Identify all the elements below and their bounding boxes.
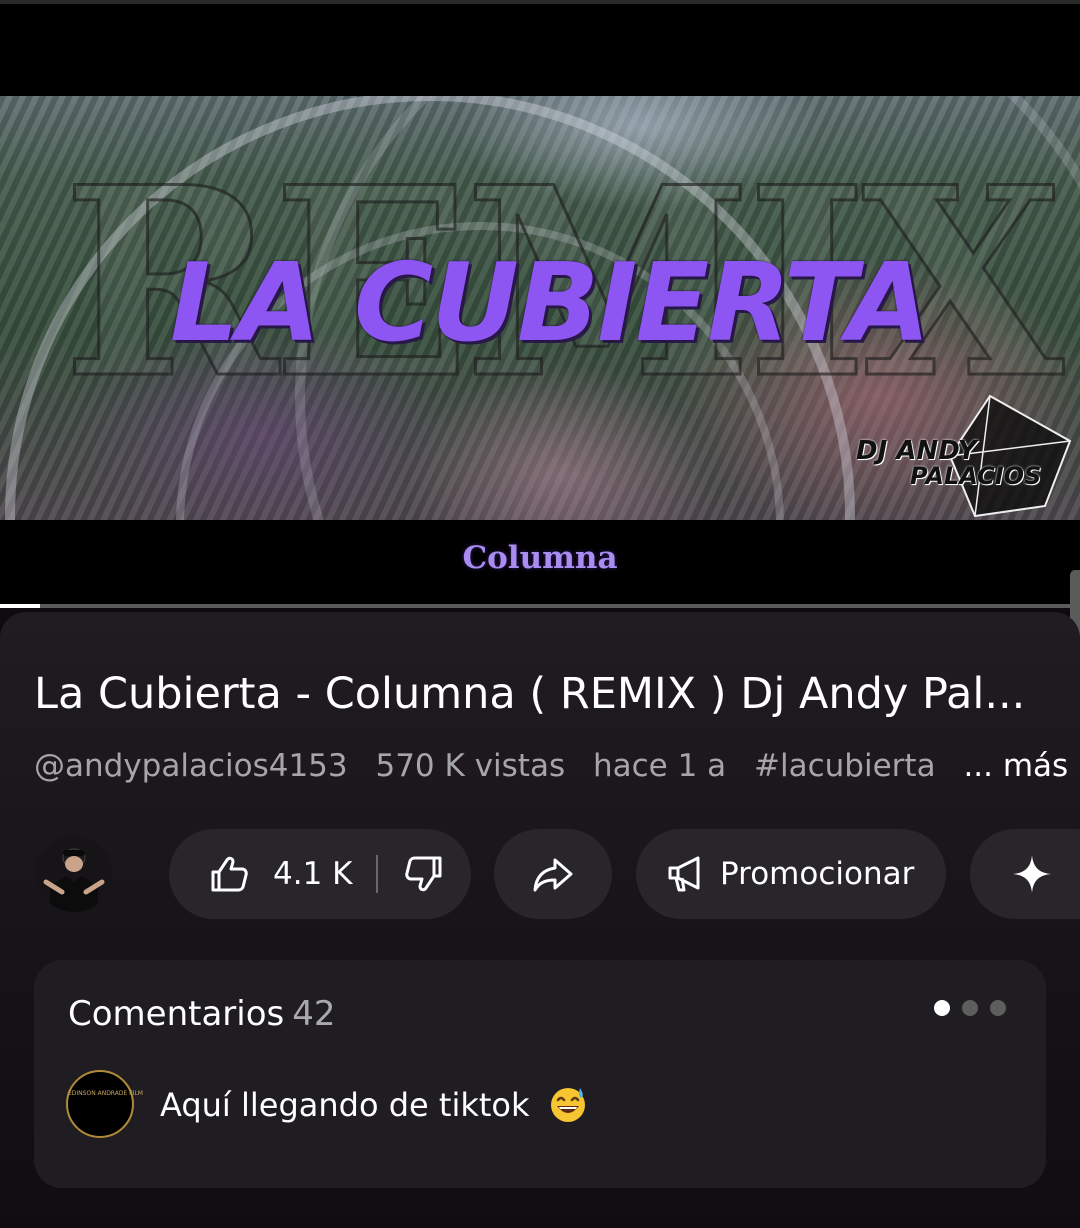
- commenter-avatar[interactable]: EDINSON ANDRADE FILM: [66, 1070, 143, 1138]
- dj-logo-line2: PALACIOS: [910, 462, 1042, 490]
- view-count: 570 K vistas: [375, 748, 566, 784]
- more-link[interactable]: ... más: [963, 748, 1068, 784]
- comments-heading: Comentarios 42: [68, 990, 336, 1038]
- top-edge: [0, 0, 1080, 4]
- video-subtitle: Columna: [462, 540, 618, 576]
- status-bar-area: [0, 0, 1080, 96]
- pager-dot[interactable]: [962, 1000, 978, 1016]
- promote-button[interactable]: Promocionar: [636, 829, 946, 919]
- video-progress-bar[interactable]: [0, 604, 1080, 608]
- grinning-sweat-emoji-icon: [548, 1084, 588, 1124]
- share-button[interactable]: [494, 829, 612, 919]
- video-title[interactable]: La Cubierta - Columna ( REMIX ) Dj Andy …: [34, 666, 1054, 722]
- channel-avatar[interactable]: [36, 836, 112, 912]
- thumbs-up-icon[interactable]: [207, 852, 251, 896]
- hashtag-link[interactable]: #lacubierta: [754, 748, 936, 784]
- comments-card[interactable]: Comentarios 42 EDINSON ANDRADE FILM Aquí …: [34, 960, 1046, 1188]
- video-progress-fill: [0, 604, 40, 608]
- comment-text: Aquí llegando de tiktok: [160, 1086, 530, 1124]
- comments-pager[interactable]: [934, 1000, 1014, 1020]
- ai-assist-button[interactable]: [970, 829, 1080, 919]
- person-icon: [36, 836, 112, 912]
- sparkle-icon: [1010, 852, 1054, 896]
- thumbs-down-icon[interactable]: [402, 852, 446, 896]
- upload-age: hace 1 a: [592, 748, 727, 784]
- pager-dot[interactable]: [990, 1000, 1006, 1016]
- share-icon: [531, 852, 575, 896]
- megaphone-icon: [664, 852, 708, 896]
- video-player[interactable]: REMIX LA CUBIERTA DJ ANDY PALACIOS Colum…: [0, 96, 1080, 608]
- channel-handle[interactable]: @andypalacios4153: [34, 748, 348, 784]
- dj-logo: DJ ANDY PALACIOS: [850, 392, 1060, 516]
- comments-title: Comentarios: [68, 994, 285, 1034]
- comment-row[interactable]: Aquí llegando de tiktok: [160, 1082, 588, 1128]
- promote-label: Promocionar: [720, 856, 915, 892]
- commenter-logo-text: EDINSON ANDRADE FILM: [68, 1090, 143, 1097]
- thumbnail-title-art: LA CUBIERTA: [170, 241, 930, 366]
- like-count[interactable]: 4.1 K: [273, 856, 352, 892]
- comments-count: 42: [292, 994, 336, 1034]
- video-meta[interactable]: @andypalacios4153 570 K vistas hace 1 a …: [34, 744, 1068, 788]
- video-frame[interactable]: REMIX LA CUBIERTA DJ ANDY PALACIOS: [0, 96, 1080, 520]
- like-dislike-pill: 4.1 K: [169, 829, 471, 919]
- pager-dot[interactable]: [934, 1000, 950, 1016]
- like-divider: [376, 855, 379, 893]
- dj-logo-line1: DJ ANDY: [856, 436, 977, 466]
